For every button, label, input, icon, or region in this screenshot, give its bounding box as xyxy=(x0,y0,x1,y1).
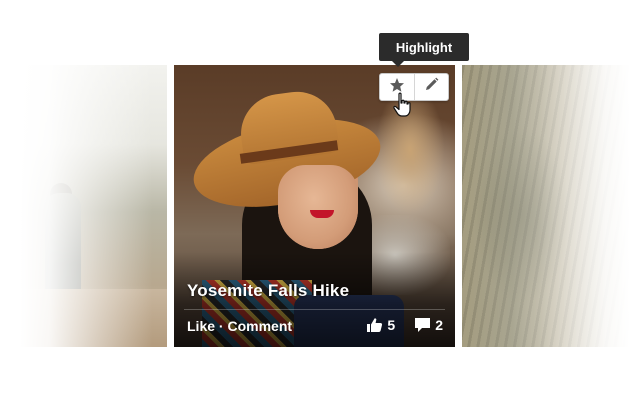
action-separator: · xyxy=(218,318,224,334)
pencil-icon xyxy=(424,77,439,97)
fade-overlay-left xyxy=(20,65,167,347)
photo-tile-right[interactable] xyxy=(462,65,630,347)
caption-divider xyxy=(184,309,445,310)
portrait-face-lower xyxy=(278,165,358,249)
photo-counts: 5 2 xyxy=(365,316,443,334)
hand-pointer-icon xyxy=(392,92,414,118)
photo-title: Yosemite Falls Hike xyxy=(187,281,350,300)
photo-edit-buttons xyxy=(379,73,449,101)
comments-count: 2 xyxy=(435,317,443,333)
edit-button[interactable] xyxy=(413,74,449,100)
thumbs-up-icon[interactable] xyxy=(365,316,383,334)
highlight-tooltip: Highlight xyxy=(379,33,469,61)
photo-tile-left[interactable] xyxy=(20,65,167,347)
speech-bubble-icon[interactable] xyxy=(413,316,431,334)
fade-overlay-right xyxy=(462,65,630,347)
likes-count: 5 xyxy=(387,317,396,333)
like-link[interactable]: Like xyxy=(187,318,215,334)
tooltip-arrow xyxy=(392,61,404,67)
comment-link[interactable]: Comment xyxy=(227,318,292,334)
photo-actions: Like · Comment xyxy=(187,318,292,334)
